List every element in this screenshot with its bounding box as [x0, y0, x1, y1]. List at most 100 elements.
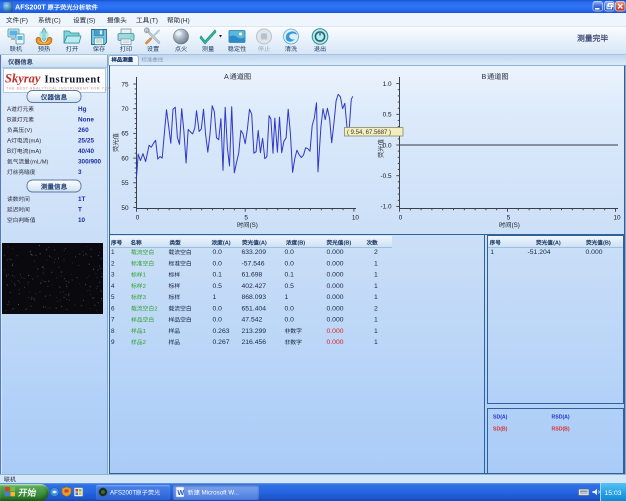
- svg-text:-0.5: -0.5: [380, 173, 391, 180]
- svg-text:(V): (V): [24, 128, 32, 134]
- svg-text:(A): (A): [553, 241, 561, 247]
- svg-text:0.000: 0.000: [327, 328, 344, 335]
- svg-text:0.0: 0.0: [285, 260, 295, 267]
- svg-text:868.093: 868.093: [242, 294, 267, 301]
- svg-text:RSD(B): RSD(B): [552, 427, 570, 433]
- svg-text:0.0: 0.0: [285, 317, 295, 324]
- svg-text:Instrument: Instrument: [45, 75, 101, 86]
- svg-text:7: 7: [111, 317, 115, 324]
- svg-text:0.1: 0.1: [213, 272, 223, 279]
- svg-text:Microsoft W...: Microsoft W...: [202, 490, 240, 497]
- svg-text:3: 3: [111, 272, 115, 279]
- svg-text:10: 10: [352, 215, 360, 222]
- svg-text:A: A: [7, 138, 12, 145]
- svg-text:0.5: 0.5: [383, 112, 392, 119]
- svg-text:5: 5: [507, 215, 511, 222]
- svg-text:B: B: [7, 117, 11, 124]
- svg-text:(A): (A): [259, 241, 267, 247]
- svg-text:633.209: 633.209: [242, 249, 267, 256]
- svg-text:AFS200T: AFS200T: [15, 3, 46, 12]
- svg-text:1: 1: [374, 260, 378, 267]
- svg-text:T: T: [78, 207, 82, 214]
- svg-text:(H): (H): [181, 18, 190, 25]
- svg-text:0.000: 0.000: [327, 260, 344, 267]
- svg-text:40/40: 40/40: [78, 148, 94, 155]
- svg-text:1T: 1T: [78, 196, 86, 203]
- svg-text:1: 1: [374, 328, 378, 335]
- svg-text:0.000: 0.000: [327, 283, 344, 290]
- svg-text:0.000: 0.000: [586, 249, 603, 256]
- svg-text:2: 2: [143, 340, 146, 346]
- svg-text:Hg: Hg: [78, 106, 87, 113]
- svg-text:-57.546: -57.546: [242, 260, 265, 267]
- svg-text:47.542: 47.542: [242, 317, 263, 324]
- svg-text:1: 1: [374, 294, 378, 301]
- svg-text:0.0: 0.0: [213, 317, 223, 324]
- svg-text:8: 8: [111, 328, 115, 335]
- svg-text:0.263: 0.263: [213, 328, 230, 335]
- svg-text:75: 75: [121, 81, 129, 88]
- svg-text:1: 1: [143, 329, 146, 335]
- svg-text:Skyray: Skyray: [5, 72, 41, 86]
- svg-text:65: 65: [121, 131, 129, 138]
- svg-text:0.5: 0.5: [285, 283, 295, 290]
- svg-text:SD(A): SD(A): [493, 415, 508, 421]
- svg-text:213.299: 213.299: [242, 328, 267, 335]
- svg-text:(mL/M): (mL/M): [30, 160, 48, 166]
- svg-text:0.000: 0.000: [327, 305, 344, 312]
- svg-text:55: 55: [121, 180, 129, 187]
- svg-text:0.5: 0.5: [213, 283, 223, 290]
- svg-text:None: None: [78, 117, 94, 124]
- svg-text:50: 50: [121, 205, 129, 212]
- svg-text:60: 60: [121, 155, 129, 162]
- svg-text:0.0: 0.0: [213, 249, 223, 256]
- svg-text:0: 0: [399, 215, 403, 222]
- svg-text:(B): (B): [603, 241, 611, 247]
- svg-text:1: 1: [213, 294, 217, 301]
- svg-text:5: 5: [111, 294, 115, 301]
- svg-text:(A): (A): [223, 241, 231, 247]
- svg-text:0.267: 0.267: [213, 339, 230, 346]
- svg-text:5: 5: [244, 215, 248, 222]
- svg-text:6: 6: [111, 305, 115, 312]
- svg-text:70: 70: [121, 106, 129, 113]
- svg-text:1: 1: [374, 317, 378, 324]
- svg-text:3: 3: [143, 295, 146, 301]
- svg-text:( 9.54, 67.5687 ): ( 9.54, 67.5687 ): [347, 130, 391, 136]
- svg-text:2: 2: [374, 305, 378, 312]
- svg-text:(S): (S): [512, 222, 520, 229]
- svg-text:402.427: 402.427: [242, 283, 267, 290]
- svg-text:15:03: 15:03: [605, 490, 622, 497]
- svg-text:1: 1: [143, 273, 146, 279]
- svg-text:A: A: [7, 106, 12, 113]
- svg-text:(B): (B): [297, 241, 305, 247]
- svg-text:0.1: 0.1: [285, 272, 295, 279]
- svg-text:1.0: 1.0: [383, 81, 392, 88]
- svg-text:SD(B): SD(B): [493, 427, 508, 433]
- svg-text:0.0: 0.0: [213, 260, 223, 267]
- svg-text:B: B: [7, 148, 11, 155]
- svg-text:0.000: 0.000: [327, 317, 344, 324]
- svg-text:-51.204: -51.204: [528, 249, 551, 256]
- svg-text:(S): (S): [250, 222, 258, 229]
- svg-text:(F): (F): [20, 18, 28, 25]
- svg-text:10: 10: [613, 215, 621, 222]
- svg-text:300/900: 300/900: [78, 159, 102, 166]
- svg-text:AFS200T: AFS200T: [110, 490, 136, 497]
- svg-text:1: 1: [374, 272, 378, 279]
- svg-text:216.456: 216.456: [242, 339, 267, 346]
- svg-text:(B): (B): [344, 241, 352, 247]
- svg-text:(C): (C): [52, 18, 61, 25]
- svg-text:2: 2: [111, 260, 115, 267]
- svg-text:RSD(A): RSD(A): [552, 415, 570, 421]
- svg-text:2: 2: [154, 306, 157, 312]
- svg-text:2: 2: [143, 284, 146, 290]
- svg-text:260: 260: [78, 127, 89, 134]
- svg-text:0.000: 0.000: [327, 249, 344, 256]
- svg-text:25/25: 25/25: [78, 138, 94, 145]
- svg-text:0.0: 0.0: [213, 305, 223, 312]
- svg-text:0.0: 0.0: [285, 249, 295, 256]
- svg-text:10: 10: [78, 217, 86, 224]
- svg-text:1: 1: [285, 294, 289, 301]
- svg-text:0.000: 0.000: [327, 272, 344, 279]
